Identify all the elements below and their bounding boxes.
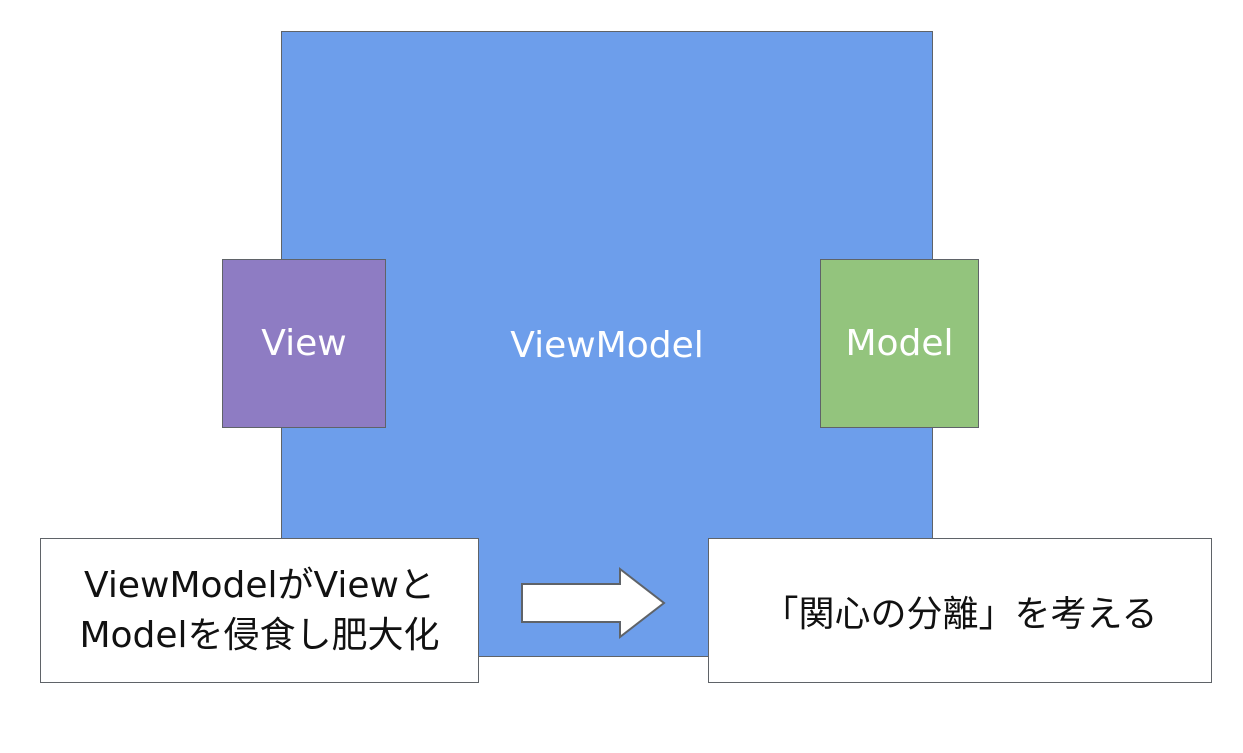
right-arrow-icon: [521, 566, 666, 640]
view-label: View: [261, 323, 347, 364]
problem-box: ViewModelがViewと Modelを侵食し肥大化: [40, 538, 479, 683]
model-label: Model: [845, 323, 954, 364]
model-box: Model: [820, 259, 979, 428]
problem-line-2: Modelを侵食し肥大化: [79, 614, 440, 656]
problem-line-1: ViewModelがViewと: [84, 564, 435, 606]
solution-box: 「関心の分離」を考える: [708, 538, 1212, 683]
view-box: View: [222, 259, 386, 428]
solution-label: 「関心の分離」を考える: [762, 593, 1158, 635]
